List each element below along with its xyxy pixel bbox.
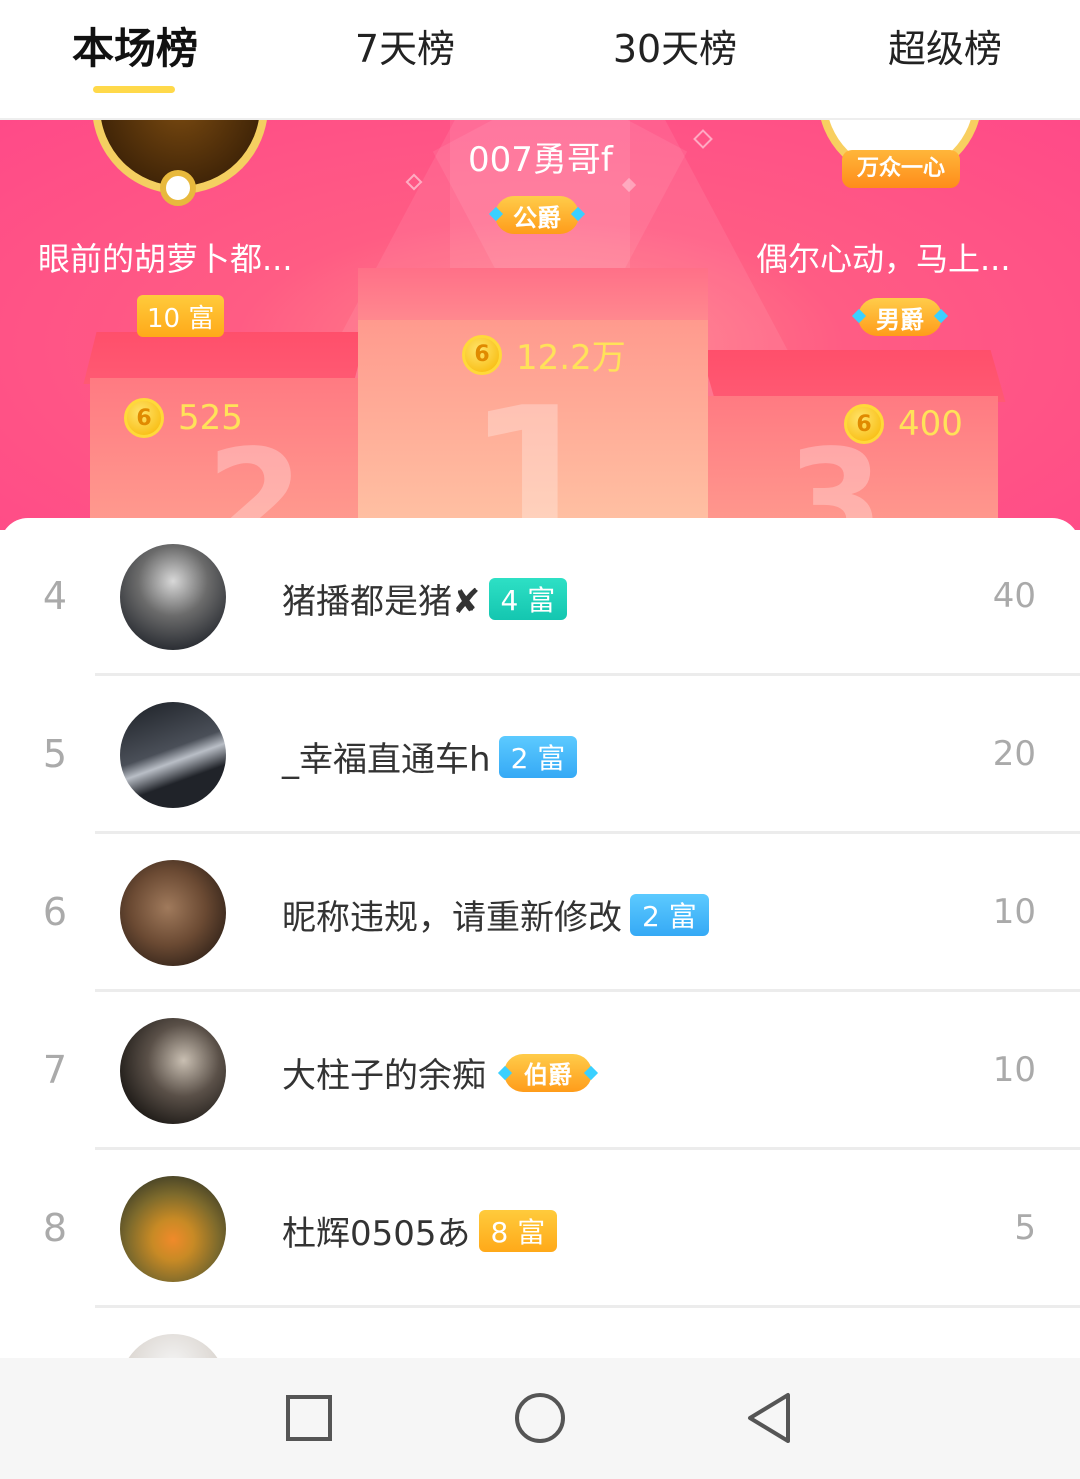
- rich-level-badge: 2 富: [498, 735, 578, 778]
- tab-this-session[interactable]: 本场榜: [60, 24, 210, 74]
- second-place-name[interactable]: 眼前的胡萝卜都...: [38, 234, 293, 280]
- coin-icon: 6: [462, 334, 502, 375]
- coin-icon: 6: [124, 398, 164, 438]
- user-name[interactable]: _幸福直通车h 2 富: [282, 732, 578, 781]
- rich-level-badge: 4 富: [488, 577, 568, 620]
- second-place-score: 6 525: [124, 398, 243, 438]
- avatar[interactable]: [120, 1018, 226, 1124]
- ranking-list: 4 猪播都是猪✘ 4 富 40 5 _幸福直通车h 2 富 20 6 昵称违规，…: [0, 518, 1080, 1358]
- rich-level-badge: 8 富: [478, 1209, 558, 1252]
- contribution-score: 40: [992, 576, 1036, 616]
- avatar[interactable]: [120, 544, 226, 650]
- list-item[interactable]: 4 猪播都是猪✘ 4 富 40: [0, 518, 1080, 676]
- rank-number-1: 1: [465, 365, 605, 530]
- third-place-score: 6 400: [844, 404, 963, 444]
- third-place-noble-badge: 男爵: [858, 298, 942, 336]
- avatar[interactable]: [120, 860, 226, 966]
- first-place-name[interactable]: 007勇哥f: [468, 132, 613, 181]
- user-name[interactable]: 杜辉0505あ 8 富: [282, 1206, 558, 1255]
- active-tab-indicator: [93, 86, 175, 93]
- user-name[interactable]: 大柱子的余痴 伯爵: [282, 1048, 592, 1097]
- second-place-rich-badge: 10 富: [137, 295, 225, 337]
- system-navigation-bar: [0, 1358, 1080, 1479]
- avatar-frame-label: 万众一心: [842, 150, 960, 188]
- noble-badge: 伯爵: [504, 1053, 592, 1092]
- circle-icon[interactable]: [512, 1390, 568, 1446]
- first-place-noble-badge: 公爵: [495, 196, 579, 234]
- contribution-score: 20: [992, 734, 1036, 774]
- rank-number: 5: [42, 732, 68, 776]
- rich-level-badge: 2 富: [630, 893, 709, 936]
- list-item[interactable]: 5 _幸福直通车h 2 富 20: [0, 676, 1080, 834]
- contribution-score: 5: [1014, 1208, 1036, 1248]
- tab-30-days[interactable]: 30天榜: [595, 24, 755, 74]
- rank-number: 4: [42, 574, 68, 618]
- list-item[interactable]: 8 杜辉0505あ 8 富 5: [0, 1150, 1080, 1308]
- tab-7-days[interactable]: 7天榜: [330, 24, 480, 74]
- tab-super[interactable]: 超级榜: [870, 24, 1020, 74]
- ranking-tabs: 本场榜 7天榜 30天榜 超级榜: [0, 0, 1080, 120]
- list-item[interactable]: 6 昵称违规，请重新修改 2 富 10: [0, 834, 1080, 992]
- avatar[interactable]: [120, 702, 226, 808]
- user-name[interactable]: 猪播都是猪✘ 4 富: [282, 574, 568, 623]
- list-item[interactable]: [0, 1308, 1080, 1358]
- top-three-podium: 2 1 3 眼前的胡萝卜都... 10 富 6 525 007勇哥f 公爵 6 …: [0, 120, 1080, 530]
- coin-icon: 6: [844, 404, 884, 444]
- contribution-score: 10: [992, 892, 1036, 932]
- third-place-name[interactable]: 偶尔心动，马上...: [756, 234, 1011, 280]
- square-icon[interactable]: [281, 1390, 337, 1446]
- avatar[interactable]: [120, 1176, 226, 1282]
- rank-number: 7: [42, 1048, 68, 1092]
- user-name[interactable]: 昵称违规，请重新修改 2 富: [282, 890, 709, 939]
- rank-number: 8: [42, 1206, 68, 1250]
- contribution-score: 10: [992, 1050, 1036, 1090]
- list-item[interactable]: 7 大柱子的余痴 伯爵 10: [0, 992, 1080, 1150]
- avatar-frame-ornament: [160, 170, 196, 206]
- first-place-score: 6 12.2万: [462, 330, 626, 379]
- rank-number: 6: [42, 890, 68, 934]
- avatar[interactable]: [120, 1334, 226, 1358]
- triangle-back-icon[interactable]: [742, 1390, 798, 1446]
